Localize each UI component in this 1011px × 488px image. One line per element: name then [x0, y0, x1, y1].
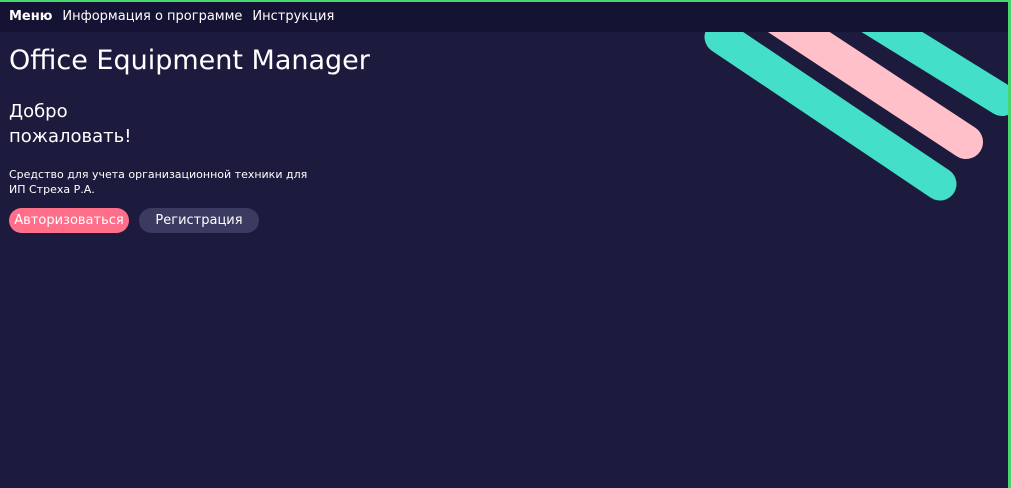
login-button[interactable]: Авторизоваться [9, 208, 129, 233]
teal-diagonal-stripe-left [704, 20, 957, 201]
app-description: Средство для учета организационной техни… [9, 167, 370, 197]
welcome-content: Office Equipment Manager Добро пожаловат… [9, 44, 370, 233]
menu-item-program-info[interactable]: Информация о программе [62, 2, 242, 32]
register-button[interactable]: Регистрация [139, 208, 259, 233]
menu-item-menu[interactable]: Меню [9, 2, 52, 32]
welcome-line-1: Добро [9, 101, 68, 122]
top-menu-bar: Меню Информация о программе Инструкция [0, 2, 1008, 32]
menu-item-instructions[interactable]: Инструкция [252, 2, 334, 32]
welcome-heading: Добро пожаловать! [9, 99, 370, 149]
auth-actions: Авторизоваться Регистрация [9, 208, 370, 233]
description-line-1: Средство для учета организационной техни… [9, 168, 308, 181]
welcome-line-2: пожаловать! [9, 126, 132, 147]
main-menu: Меню Информация о программе Инструкция [0, 2, 1008, 32]
description-line-2: ИП Стреха Р.А. [9, 183, 95, 196]
app-title: Office Equipment Manager [9, 45, 370, 76]
